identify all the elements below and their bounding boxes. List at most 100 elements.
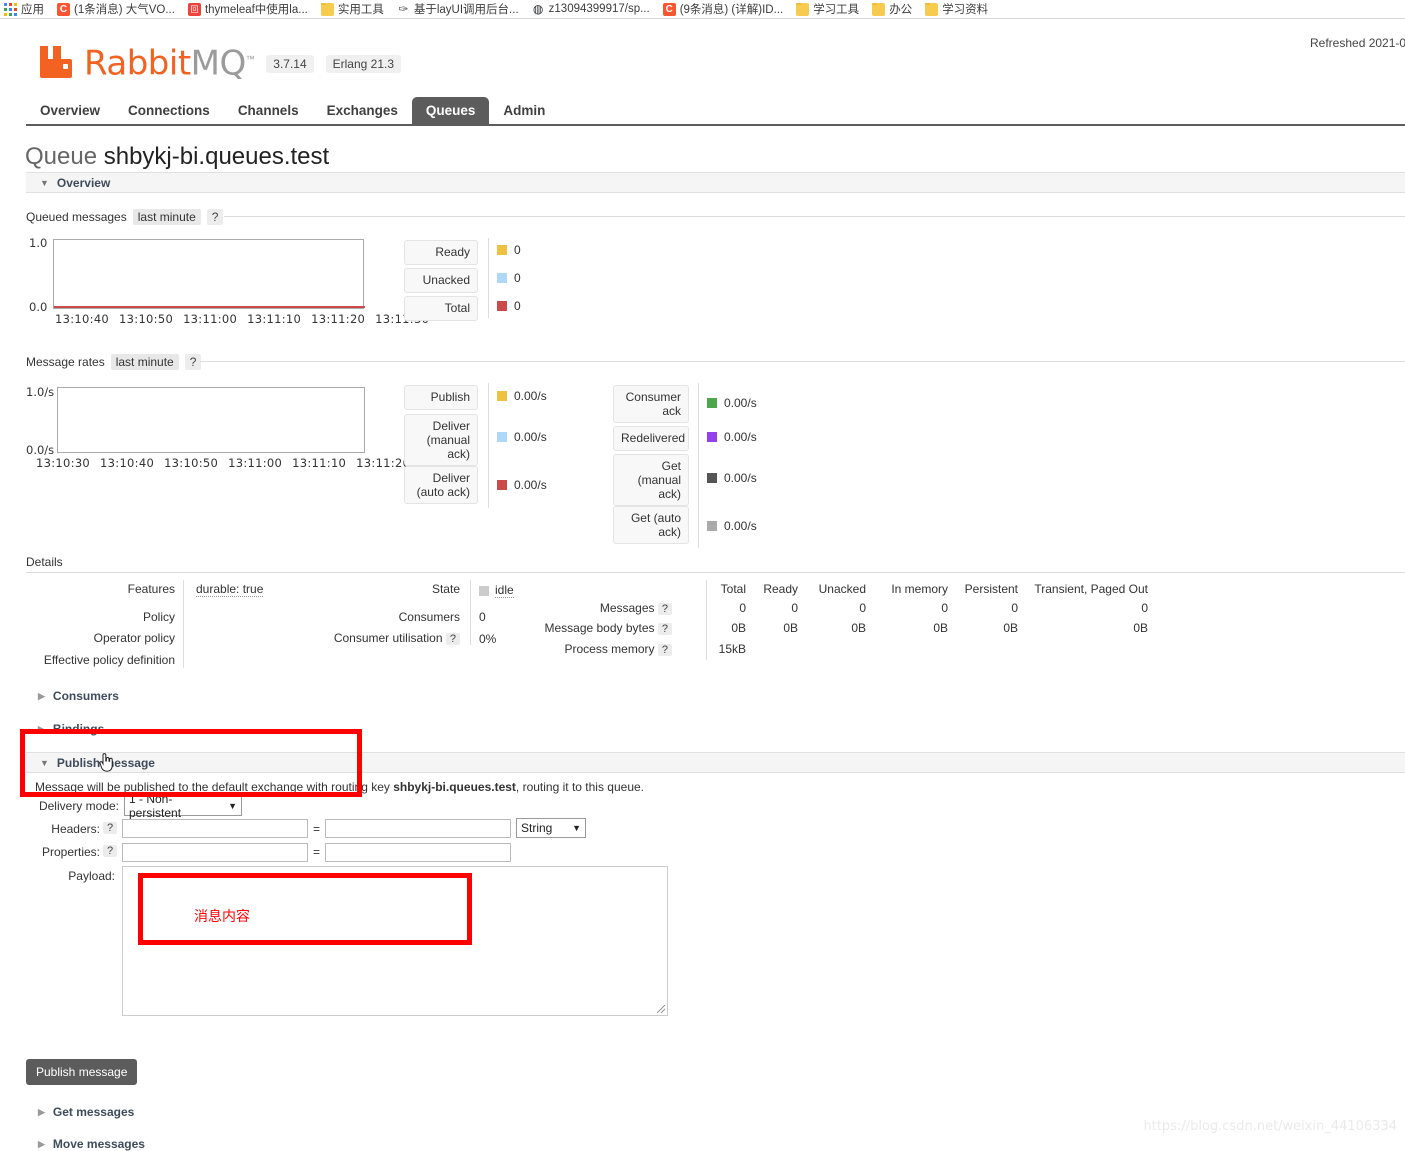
color-swatch-get-auto-ack [707, 521, 717, 531]
payload-textarea[interactable] [122, 866, 668, 1016]
legend-button-redelivered[interactable]: Redelivered [613, 426, 689, 451]
xtick: 13:10:30 [36, 456, 91, 470]
tab-queues[interactable]: Queues [411, 97, 490, 124]
queued-messages-chart[interactable] [53, 239, 365, 309]
properties-equals-sign: = [313, 845, 321, 859]
section-move-messages[interactable]: ▶ Move messages [38, 1137, 145, 1151]
headers-type-value: String [521, 821, 553, 835]
queued-messages-period[interactable]: last minute [132, 209, 201, 225]
section-overview[interactable]: ▼ Overview [26, 172, 1405, 193]
queued-messages-heading: Queued messages last minute ? [26, 209, 224, 225]
delivery-mode-select[interactable]: 1 - Non-persistent ▼ [124, 792, 242, 820]
bookmark-item[interactable]: 回 thymeleaf中使用la... [187, 1, 308, 17]
csdn-icon: C [57, 2, 70, 16]
github-icon: ◍ [532, 1, 544, 16]
bookmark-folder[interactable]: 学习资料 [925, 1, 988, 17]
label-text: Message body bytes [544, 621, 655, 635]
bookmark-item[interactable]: C (1条消息) 大气VO... [57, 1, 175, 17]
tab-overview[interactable]: Overview [26, 97, 114, 124]
legend-divider [488, 238, 489, 318]
version-badge: 3.7.14 [266, 55, 314, 74]
features-text: durable: true [196, 582, 264, 597]
tab-connections[interactable]: Connections [114, 97, 224, 124]
process-memory-help-icon[interactable]: ? [657, 644, 672, 656]
bookmark-item[interactable]: 应用 [4, 1, 44, 17]
queued-messages-help-icon[interactable]: ? [206, 209, 224, 225]
delivery-mode-value: 1 - Non-persistent [129, 792, 182, 820]
properties-value-input[interactable] [325, 843, 511, 862]
message-body-bytes-help-icon[interactable]: ? [657, 623, 672, 635]
consumer-utilisation-help-icon[interactable]: ? [445, 633, 460, 645]
headers-key-input[interactable] [122, 819, 308, 838]
legend-divider [488, 383, 489, 508]
caret-down-icon: ▼ [40, 757, 49, 768]
bookmark-label: 办公 [889, 4, 913, 16]
headers-type-select[interactable]: String ▼ [516, 818, 586, 838]
stats-col-persistent: Persistent [964, 582, 1018, 596]
message-rates-chart[interactable] [57, 387, 365, 453]
state-text: idle [495, 583, 514, 598]
stats-cell: 0 [739, 601, 746, 615]
properties-key-input[interactable] [122, 843, 308, 862]
legend-button-deliver-manual-ack[interactable]: Deliver (manual ack) [404, 414, 478, 466]
stats-cell: 0 [941, 601, 948, 615]
tab-exchanges[interactable]: Exchanges [313, 97, 412, 124]
xtick: 13:10:40 [55, 312, 110, 326]
stats-cell: 15kB [718, 642, 746, 656]
legend-button-unacked[interactable]: Unacked [404, 268, 478, 293]
label-text: Process memory [564, 642, 655, 656]
section-publish-message[interactable]: ▼ Publish message [26, 752, 1405, 773]
page-title: Queue shbykj-bi.queues.test [25, 143, 329, 171]
section-consumers[interactable]: ▶ Consumers [38, 689, 119, 703]
logo-rabbit-text: Rabbit [84, 43, 191, 84]
refreshed-timestamp: Refreshed 2021-0 [1310, 36, 1405, 50]
stats-cell: 0 [859, 601, 866, 615]
stats-row-label-message-body-bytes: Message body bytes ? [540, 621, 672, 635]
value-text: 0.00/s [724, 396, 757, 410]
legend-button-get-auto-ack[interactable]: Get (auto ack) [613, 506, 689, 544]
section-bindings[interactable]: ▶ Bindings [38, 722, 104, 736]
blog-icon: 回 [187, 2, 201, 16]
bookmark-item[interactable]: C (9条消息) (详解)ID... [662, 1, 783, 17]
properties-help-icon[interactable]: ? [103, 845, 118, 857]
bookmark-label: 应用 [21, 4, 44, 16]
label-text: Consumer utilisation [333, 631, 443, 645]
rabbitmq-wordmark: RabbitMQ™ [84, 44, 255, 80]
publish-routing-note: Message will be published to the default… [35, 780, 644, 794]
xtick: 13:10:50 [164, 456, 219, 470]
rabbitmq-logo[interactable]: RabbitMQ™ 3.7.14 Erlang 21.3 [38, 44, 402, 80]
bookmark-folder[interactable]: 学习工具 [796, 1, 859, 17]
message-rates-help-icon[interactable]: ? [184, 354, 202, 370]
bookmark-folder[interactable]: 办公 [872, 1, 912, 17]
legend-button-consumer-ack[interactable]: Consumer ack [613, 385, 689, 423]
bookmark-item[interactable]: ✑ 基于layUI调用后台... [397, 1, 518, 17]
legend-button-publish[interactable]: Publish [404, 385, 478, 410]
bookmark-item[interactable]: ◍ z13094399917/sp... [532, 3, 650, 16]
section-get-messages[interactable]: ▶ Get messages [38, 1105, 134, 1119]
value-text: 0.00/s [724, 519, 757, 533]
color-swatch-total [497, 301, 507, 311]
rabbitmq-mark-icon [38, 44, 72, 79]
messages-help-icon[interactable]: ? [657, 603, 672, 615]
xtick: 13:10:40 [100, 456, 155, 470]
csdn-icon: C [662, 2, 676, 16]
stats-cell: 0B [731, 621, 746, 635]
publish-message-button[interactable]: Publish message [26, 1059, 138, 1085]
value-text: 0.00/s [724, 471, 757, 485]
legend-button-get-manual-ack[interactable]: Get (manual ack) [613, 454, 689, 506]
legend-value-unacked: 0 [497, 271, 521, 285]
legend-button-ready[interactable]: Ready [404, 240, 478, 265]
headers-help-icon[interactable]: ? [103, 822, 118, 834]
legend-button-total[interactable]: Total [404, 296, 478, 321]
bookmark-folder[interactable]: 实用工具 [320, 1, 384, 17]
tab-channels[interactable]: Channels [224, 97, 313, 124]
headers-value-input[interactable] [325, 819, 511, 838]
legend-button-deliver-auto-ack[interactable]: Deliver (auto ack) [404, 466, 478, 504]
stats-col-ready: Ready [763, 582, 798, 596]
bookmark-label: (1条消息) 大气VO... [74, 4, 175, 16]
message-rates-period[interactable]: last minute [110, 354, 179, 370]
tab-admin[interactable]: Admin [489, 97, 559, 124]
stats-col-total: Total [720, 582, 746, 596]
message-rates-x-ticks: 13:10:30 13:10:40 13:10:50 13:11:00 13:1… [36, 456, 416, 470]
legend-divider [698, 383, 699, 548]
